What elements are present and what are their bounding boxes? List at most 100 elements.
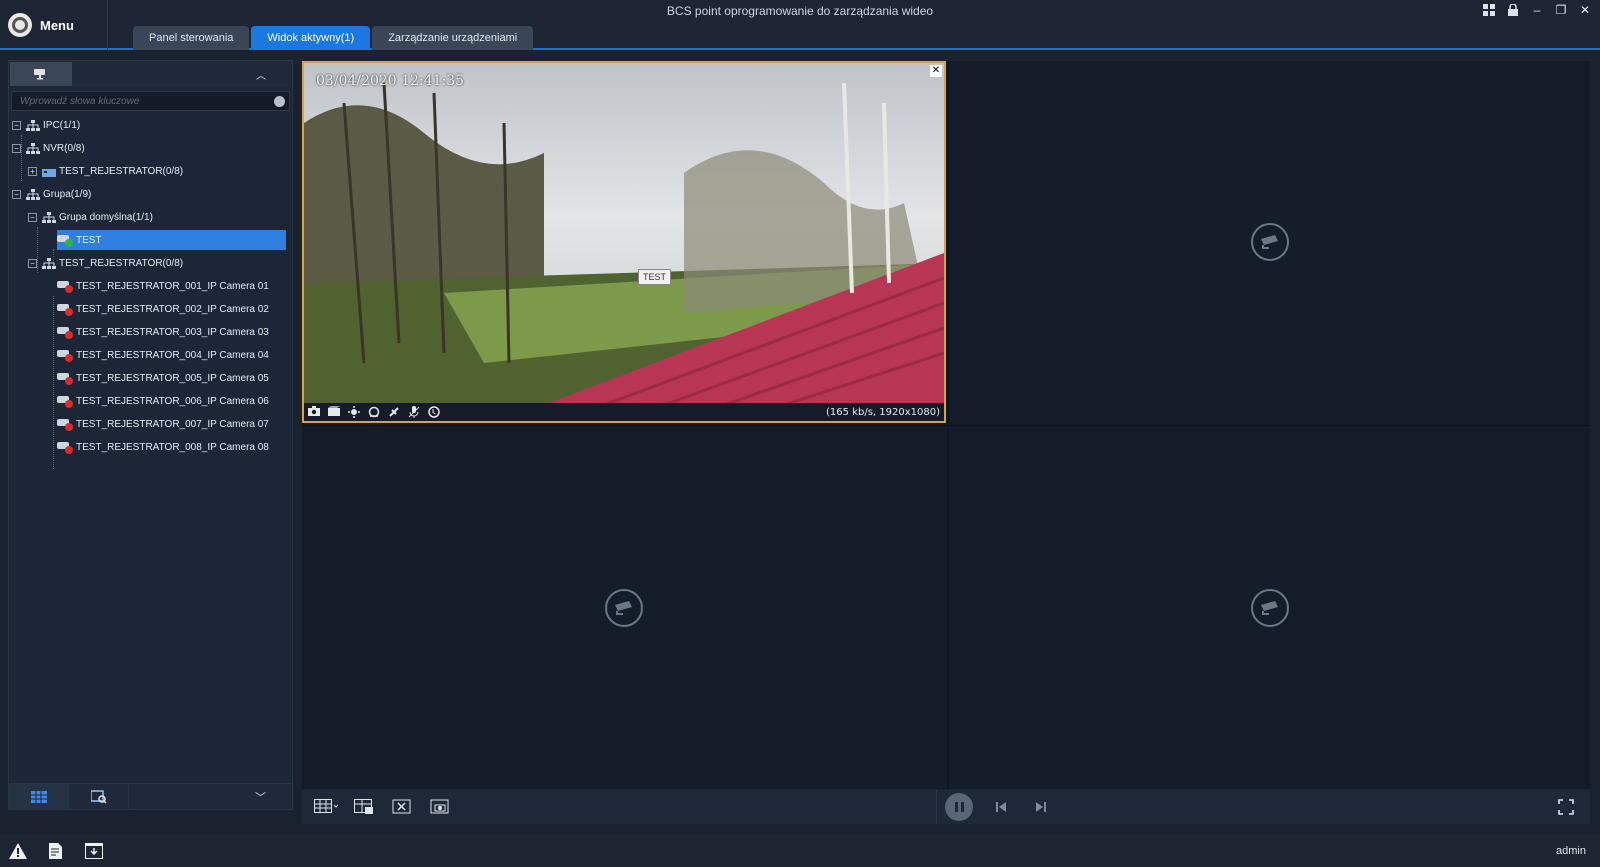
next-button[interactable] [1029,796,1053,818]
video-cell-2[interactable] [948,61,1590,423]
expand-toggle-icon[interactable]: − [28,212,37,222]
tree-node-nvr[interactable]: − NVR(0/8) [12,138,85,158]
close-video-icon[interactable]: ✕ [930,65,942,77]
tree-node-label: Grupa(1/9) [43,188,92,200]
restore-icon[interactable]: ❐ [1554,2,1568,18]
clear-search-icon[interactable] [274,96,285,107]
tree-node-label: TEST [76,234,102,246]
camera-offline-icon [57,279,73,293]
camera-offline-icon [57,325,73,339]
empty-camera-icon [1250,223,1289,261]
capture-icon [430,799,449,814]
main-tabs: Panel sterowania Widok aktywny(1) Zarząd… [133,26,534,50]
expand-toggle-icon[interactable]: − [12,120,21,130]
tree-node-label: TEST_REJESTRATOR(0/8) [59,165,184,177]
tree-node-recorder-group[interactable]: − TEST_REJESTRATOR(0/8) [28,253,183,273]
download-button[interactable] [84,842,104,860]
instant-playback-icon[interactable] [428,406,440,418]
tree-node-label: TEST_REJESTRATOR_003_IP Camera 03 [76,326,269,338]
menu-label: Menu [40,17,74,33]
tree-node-camera[interactable]: TEST_REJESTRATOR_007_IP Camera 07 [57,414,269,434]
tree-node-label: TEST_REJESTRATOR_001_IP Camera 01 [76,280,269,292]
split-screen-button[interactable] [314,796,338,818]
stream-info: (165 kb/s, 1920x1080) [826,406,940,418]
status-bar: admin [0,834,1600,867]
log-button[interactable] [46,842,66,860]
playback-search-button[interactable] [69,783,129,810]
tree-node-camera[interactable]: TEST_REJESTRATOR_005_IP Camera 05 [57,368,269,388]
expand-toggle-icon[interactable]: − [12,189,21,199]
device-panel-header: ︿ [9,61,292,87]
video-cell-toolbar: (165 kb/s, 1920x1080) [304,403,944,421]
camera-offline-icon [57,440,73,454]
network-icon [42,257,56,269]
record-icon[interactable] [328,406,340,418]
skip-back-icon [996,802,1006,812]
digital-zoom-icon[interactable] [348,406,360,418]
tree-node-camera[interactable]: TEST_REJESTRATOR_003_IP Camera 03 [57,322,269,342]
tree-node-camera[interactable]: TEST_REJESTRATOR_001_IP Camera 01 [57,276,269,296]
layout-switch-icon[interactable] [1482,2,1496,18]
close-all-button[interactable] [390,796,414,818]
fullscreen-icon [1558,799,1574,815]
tree-node-camera[interactable]: TEST_REJESTRATOR_008_IP Camera 08 [57,437,269,457]
camera-offline-icon [57,348,73,362]
tree-node-nvr-recorder[interactable]: + TEST_REJESTRATOR(0/8) [28,161,183,181]
playback-controls [936,790,1053,824]
audio-mute-icon[interactable] [388,406,400,418]
tab-device-management[interactable]: Zarządzanie urządzeniami [372,26,534,50]
tab-live-view[interactable]: Widok aktywny(1) [251,26,371,50]
camera-offline-icon [57,394,73,408]
camera-offline-icon [57,302,73,316]
tree-node-test-camera[interactable]: TEST [57,230,286,250]
expand-toggle-icon[interactable]: − [28,258,37,268]
snapshot-icon[interactable] [308,406,320,418]
fullscreen-button[interactable] [1554,796,1578,818]
camera-offline-icon [57,371,73,385]
camera-list-tab[interactable] [10,62,72,86]
chevron-down-icon[interactable]: ﹀ [255,789,266,805]
tree-node-ipc[interactable]: − IPC(1/1) [12,115,80,135]
tree-node-default-group[interactable]: − Grupa domyślna(1/1) [28,207,153,227]
tree-node-label: TEST_REJESTRATOR_005_IP Camera 05 [76,372,269,384]
camera-online-icon [57,233,73,247]
tab-control-panel[interactable]: Panel sterowania [133,26,250,50]
expand-toggle-icon[interactable]: + [28,166,37,176]
ptz-icon[interactable] [368,406,380,418]
network-icon [26,142,40,154]
view-list-button[interactable] [9,783,69,810]
download-icon [85,842,103,859]
tree-node-camera[interactable]: TEST_REJESTRATOR_002_IP Camera 02 [57,299,269,319]
expand-toggle-icon[interactable]: − [12,143,21,153]
camera-offline-icon [57,417,73,431]
alarm-button[interactable] [8,842,28,860]
minimize-icon[interactable]: – [1530,2,1544,18]
split-grid-icon [314,799,338,813]
window-controls: – ❐ ✕ [1482,2,1592,18]
close-icon[interactable]: ✕ [1578,2,1592,18]
search-input[interactable] [12,95,252,107]
calendar-search-icon [90,789,107,804]
tree-node-camera[interactable]: TEST_REJESTRATOR_006_IP Camera 06 [57,391,269,411]
layout-save-icon [354,799,373,814]
log-document-icon [49,842,62,859]
video-cell-3[interactable] [302,425,946,789]
video-cell-1[interactable]: 03/04/2020 12:41:35 TEST ✕ (165 kb/s, 19… [302,61,946,423]
menu-button[interactable]: Menu [0,0,108,50]
current-user: admin [1556,844,1586,857]
previous-button[interactable] [989,796,1013,818]
tree-node-camera[interactable]: TEST_REJESTRATOR_004_IP Camera 04 [57,345,269,365]
tree-node-label: TEST_REJESTRATOR(0/8) [59,257,184,269]
capture-all-button[interactable] [428,796,452,818]
warning-icon [9,842,27,859]
microphone-icon[interactable] [408,406,420,418]
grid-view-icon [30,790,47,803]
video-cell-4[interactable] [948,425,1590,789]
search-box [11,91,290,111]
pause-button[interactable] [945,793,973,821]
collapse-up-icon[interactable]: ︿ [256,67,266,82]
video-timestamp: 03/04/2020 12:41:35 [316,73,465,89]
tree-node-group[interactable]: − Grupa(1/9) [12,184,91,204]
lock-icon[interactable] [1506,2,1520,18]
save-view-button[interactable] [352,796,376,818]
